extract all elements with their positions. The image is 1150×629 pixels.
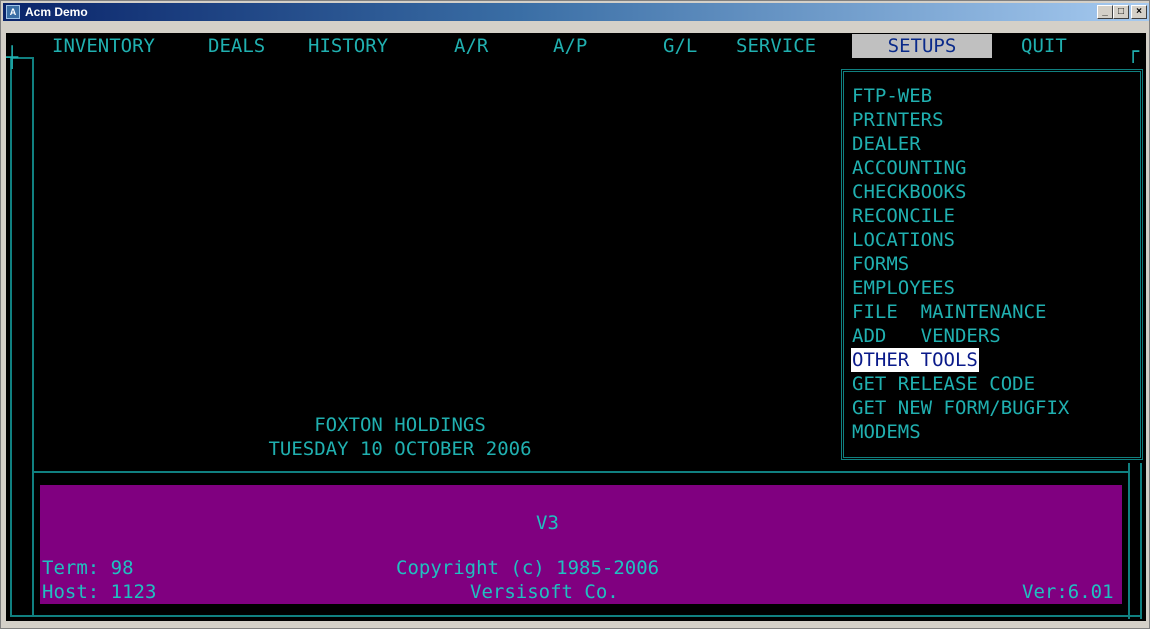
dd-get-release-code[interactable]: GET RELEASE CODE — [852, 372, 1035, 396]
corner-top-left: ┼ — [6, 45, 19, 69]
dd-modems[interactable]: MODEMS — [852, 420, 921, 444]
menu-gl[interactable]: G/L — [663, 34, 697, 58]
dd-accounting[interactable]: ACCOUNTING — [852, 156, 966, 180]
frame-right-inner — [1128, 463, 1130, 619]
terminal-screen[interactable]: ┌ ┼ INVENTORY DEALS HISTORY A/R A/P G/L … — [6, 33, 1146, 621]
menu-service[interactable]: SERVICE — [736, 34, 816, 58]
version-label: V3 — [536, 512, 559, 534]
host-number: Host: 1123 — [42, 581, 157, 603]
setups-dropdown: FTP-WEB PRINTERS DEALER ACCOUNTING CHECK… — [841, 69, 1143, 460]
dd-other-tools[interactable]: OTHER TOOLS — [851, 348, 979, 372]
app-window: A Acm Demo _ □ × ┌ ┼ INVENTORY DEALS HIS… — [0, 0, 1150, 629]
copyright-text: Copyright (c) 1985-2006 — [396, 557, 660, 579]
menu-setups[interactable]: SETUPS — [852, 34, 992, 58]
frame-left-outer — [10, 57, 12, 617]
dd-add-venders[interactable]: ADD VENDERS — [852, 324, 1001, 348]
menu-history[interactable]: HISTORY — [308, 34, 388, 58]
corner-top-right: ┌ — [1127, 39, 1140, 63]
app-icon[interactable]: A — [6, 5, 20, 19]
software-version: Ver:6.01 — [1022, 581, 1114, 603]
dd-employees[interactable]: EMPLOYEES — [852, 276, 955, 300]
vendor-name: Versisoft Co. — [470, 581, 619, 603]
dd-file-maintenance[interactable]: FILE MAINTENANCE — [852, 300, 1046, 324]
menu-inventory[interactable]: INVENTORY — [52, 34, 155, 58]
current-date: TUESDAY 10 OCTOBER 2006 — [268, 438, 532, 460]
window-title: Acm Demo — [25, 5, 88, 19]
dd-checkbooks[interactable]: CHECKBOOKS — [852, 180, 966, 204]
minimize-button[interactable]: _ — [1097, 5, 1113, 19]
company-name: FOXTON HOLDINGS — [314, 414, 486, 436]
frame-left-inner — [32, 57, 34, 617]
frame-bottom — [10, 615, 1142, 617]
dd-ftp-web[interactable]: FTP-WEB — [852, 84, 932, 108]
term-number: Term: 98 — [42, 557, 134, 579]
dd-locations[interactable]: LOCATIONS — [852, 228, 955, 252]
frame-right-outer — [1140, 463, 1142, 619]
dd-printers[interactable]: PRINTERS — [852, 108, 944, 132]
dd-forms[interactable]: FORMS — [852, 252, 909, 276]
menu-quit[interactable]: QUIT — [1021, 34, 1067, 58]
frame-divider — [34, 471, 1130, 473]
dd-get-new-form-bugfix[interactable]: GET NEW FORM/BUGFIX — [852, 396, 1069, 420]
dd-dealer[interactable]: DEALER — [852, 132, 921, 156]
window-controls: _ □ × — [1097, 5, 1147, 19]
menu-ar[interactable]: A/R — [454, 34, 488, 58]
status-panel: V3 Term: 98 Host: 1123 Copyright (c) 198… — [40, 485, 1122, 604]
title-bar[interactable]: A Acm Demo _ □ × — [3, 3, 1149, 21]
menu-deals[interactable]: DEALS — [208, 34, 265, 58]
maximize-button[interactable]: □ — [1113, 5, 1129, 19]
close-button[interactable]: × — [1131, 5, 1147, 19]
dd-reconcile[interactable]: RECONCILE — [852, 204, 955, 228]
menu-ap[interactable]: A/P — [553, 34, 587, 58]
